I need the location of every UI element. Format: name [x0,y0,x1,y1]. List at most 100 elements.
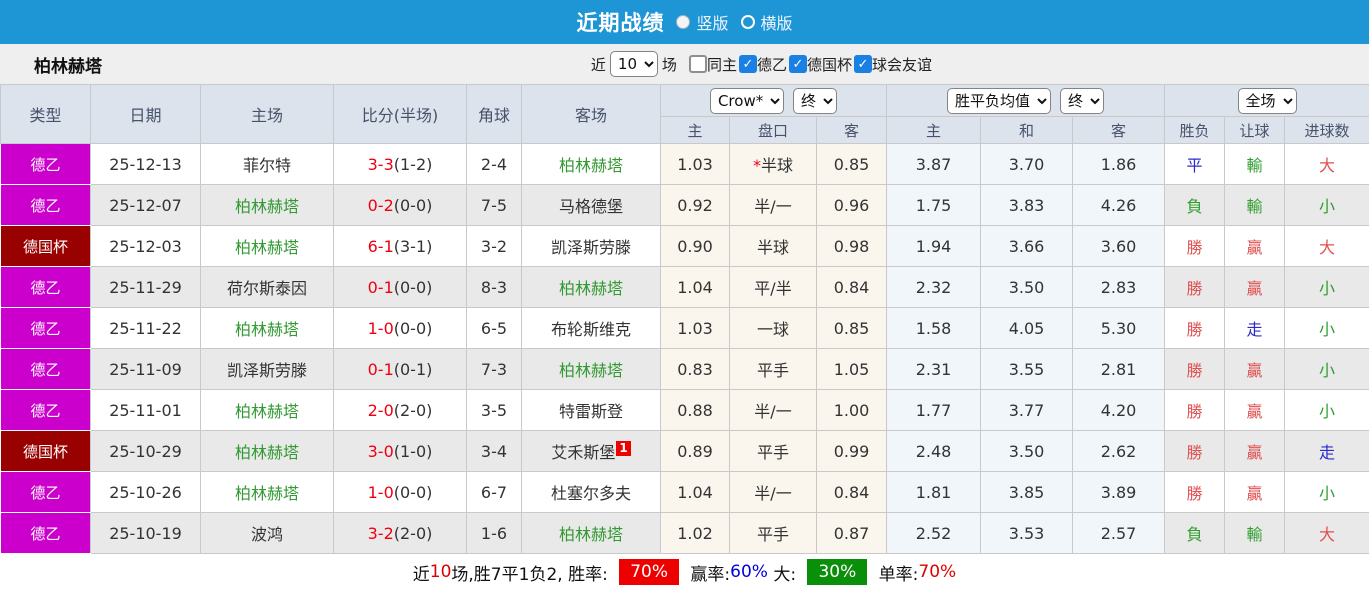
halftime-score: (1-0) [393,441,433,461]
halftime-score: (0-0) [393,482,433,502]
league-badge: 德乙 [0,389,91,431]
league-badge: 德国杯 [0,430,91,472]
goals-result-cell: 小 [1283,471,1369,513]
avg-home-odds: 2.48 [886,430,981,472]
radio-selected-icon[interactable] [676,15,691,29]
goals-result-cell: 小 [1283,184,1369,226]
avg-time-select[interactable]: 终 [1060,87,1105,114]
fulltime-score: 0-2 [367,195,394,215]
away-team-name: 柏林赫塔 [558,525,623,544]
goals-result-cell: 小 [1283,307,1369,349]
sub-header-crown-home: 主 [660,116,730,144]
sub-header-avg-away: 客 [1072,116,1165,144]
league-badge: 德乙 [0,184,91,226]
fulltime-score: 2-0 [367,400,394,420]
home-team: 波鸿 [200,512,334,554]
checkbox-same-home[interactable] [688,55,707,73]
checkbox-label-league-de2: 德乙 [756,55,787,74]
bookmaker-select[interactable]: Crow* [709,87,784,114]
away-team-name: 凯泽斯劳滕 [550,238,631,257]
home-team: 柏林赫塔 [200,184,334,226]
home-team: 菲尔特 [200,143,334,185]
checkbox-club-friendly[interactable]: ✓ [853,55,872,73]
summary-segment: 赢率: [685,564,731,585]
goals-result-cell: 大 [1283,512,1369,554]
match-date: 25-10-19 [90,512,201,554]
radio-vertical-layout[interactable]: 竖版 [676,10,729,34]
avg-draw-odds: 3.85 [980,471,1073,513]
red-card-badge: 1 [616,441,631,456]
crown-away-odds: 0.96 [816,184,887,226]
corner-score: 3-4 [466,430,522,472]
radio-unselected-icon[interactable] [740,15,755,29]
halftime-score: (0-1) [393,359,433,379]
handicap-line: 平/半 [729,266,817,308]
games-label: 场 [661,55,677,74]
crown-away-odds: 1.00 [816,389,887,431]
avg-away-odds: 4.26 [1072,184,1165,226]
match-row: 德乙 25-11-01 柏林赫塔 2-0(2-0) 3-5 特雷斯登 0.88 半/一 1.00… [0,389,1369,431]
corner-score: 3-5 [466,389,522,431]
avg-away-odds: 3.89 [1072,471,1165,513]
avg-draw-odds: 3.70 [980,143,1073,185]
sub-header-handicap: 盘口 [729,116,817,144]
home-team: 凯泽斯劳滕 [200,348,334,390]
match-row: 德国杯 25-12-03 柏林赫塔 6-1(3-1) 3-2 凯泽斯劳滕 0.90 半球 0.9… [0,225,1369,267]
match-count-select[interactable]: 10 [609,51,658,77]
crown-home-odds: 0.90 [660,225,730,267]
halftime-score: (0-0) [393,318,433,338]
avg-draw-odds: 3.50 [980,430,1073,472]
crown-home-odds: 1.03 [660,307,730,349]
match-date: 25-11-29 [90,266,201,308]
period-select[interactable]: 全场 [1237,87,1297,114]
crown-home-odds: 1.04 [660,471,730,513]
match-date: 25-12-13 [90,143,201,185]
halftime-score: (3-1) [393,236,433,256]
result-cell: 勝 [1164,225,1225,267]
checkbox-group: 同主 ✓ 德乙 ✓ 德国杯 ✓ 球会友谊 [681,54,932,75]
away-team: 柏林赫塔 [521,512,661,554]
crown-away-odds: 0.87 [816,512,887,554]
result-cell: 勝 [1164,266,1225,308]
avg-odds-group-header: 胜平负均值 终 [886,84,1165,117]
crown-home-odds: 1.02 [660,512,730,554]
near-label: 近 [590,55,606,74]
result-cell: 勝 [1164,471,1225,513]
away-team: 特雷斯登 [521,389,661,431]
home-team-name: 凯泽斯劳滕 [226,361,307,380]
avg-odds-select[interactable]: 胜平负均值 [946,87,1051,114]
away-team: 布轮斯维克 [521,307,661,349]
filter-controls: 近 10 场 同主 ✓ 德乙 ✓ 德国杯 ✓ 球会友谊 [587,51,932,77]
checkbox-league-german-cup[interactable]: ✓ [788,55,807,73]
match-row: 德乙 25-12-07 柏林赫塔 0-2(0-0) 7-5 马格德堡 0.92 半/一 0.96… [0,184,1369,226]
col-header-score: 比分(半场) [333,84,467,144]
away-team-name: 艾禾斯堡 [551,443,616,462]
away-team-name: 马格德堡 [558,197,623,216]
crown-home-odds: 0.92 [660,184,730,226]
crown-away-odds: 0.84 [816,471,887,513]
sub-header-avg-draw: 和 [980,116,1073,144]
radio-horizontal-layout[interactable]: 横版 [740,10,793,34]
handicap-line: 半球 [729,225,817,267]
avg-away-odds: 2.83 [1072,266,1165,308]
summary-segment: 60% [730,562,768,582]
home-team-name: 波鸿 [250,525,283,544]
avg-away-odds: 2.62 [1072,430,1165,472]
handicap-line: 半/一 [729,184,817,226]
avg-draw-odds: 3.50 [980,266,1073,308]
avg-draw-odds: 3.83 [980,184,1073,226]
handicap-result-cell: 輸 [1224,184,1285,226]
col-header-away: 客场 [521,84,661,144]
crown-time-select[interactable]: 终 [793,87,838,114]
checkbox-league-de2[interactable]: ✓ [738,55,757,73]
summary-segment: 场,胜7平1负2, 胜率: [451,564,614,585]
corner-score: 7-3 [466,348,522,390]
match-row: 德乙 25-11-22 柏林赫塔 1-0(0-0) 6-5 布轮斯维克 1.03 一球 0.85… [0,307,1369,349]
summary-footer: 近 10 场,胜7平1负2, 胜率: 70% 赢率: 60% 大: 30% 单率: 70… [0,554,1369,590]
handicap-line: *半球 [729,143,817,185]
match-date: 25-11-09 [90,348,201,390]
league-badge: 德乙 [0,143,91,185]
corner-score: 6-5 [466,307,522,349]
results-table: 类型 日期 主场 比分(半场) 角球 客场 Crow* 终 胜平负均值 终 全场 [0,84,1369,554]
sub-header-avg-home: 主 [886,116,981,144]
